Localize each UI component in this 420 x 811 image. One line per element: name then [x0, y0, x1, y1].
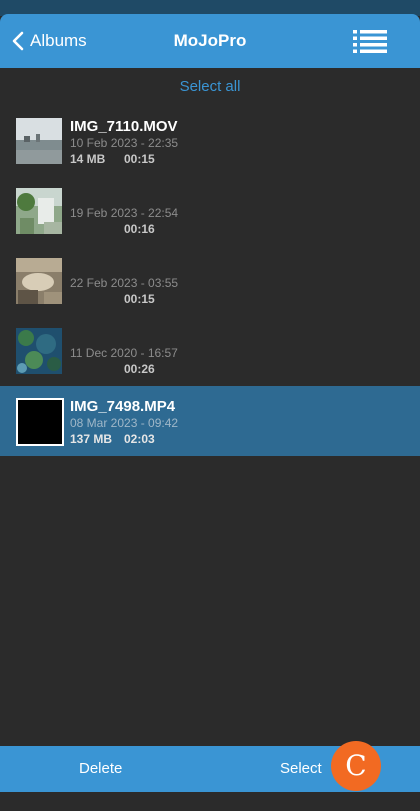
media-list-item-selected[interactable]: IMG_7498.MP4 08 Mar 2023 - 09:42 137 MB …: [0, 386, 420, 456]
file-name: [70, 188, 178, 206]
file-duration: 00:16: [124, 222, 155, 236]
file-date: 10 Feb 2023 - 22:35: [70, 136, 179, 150]
file-date: 08 Mar 2023 - 09:42: [70, 416, 179, 430]
file-duration: 00:15: [124, 152, 155, 166]
file-duration: 02:03: [124, 432, 155, 446]
file-date: 19 Feb 2023 - 22:54: [70, 206, 179, 220]
media-list-item[interactable]: 22 Feb 2023 - 03:55 00:15: [0, 246, 420, 316]
file-duration: 00:26: [124, 362, 155, 376]
media-list-item[interactable]: 19 Feb 2023 - 22:54 00:16: [0, 176, 420, 246]
home-indicator-area: [0, 792, 420, 811]
video-thumbnail: [16, 258, 62, 304]
file-duration: 00:15: [124, 292, 155, 306]
list-icon[interactable]: [353, 29, 387, 53]
file-date: 22 Feb 2023 - 03:55: [70, 276, 179, 290]
video-thumbnail: [16, 328, 62, 374]
select-button[interactable]: Select: [280, 746, 322, 792]
file-date: 11 Dec 2020 - 16:57: [70, 346, 178, 360]
delete-button[interactable]: Delete: [79, 746, 122, 792]
file-name: [70, 258, 178, 276]
video-thumbnail: [16, 398, 64, 446]
file-size: 14 MB: [70, 152, 106, 166]
media-list: IMG_7110.MOV 10 Feb 2023 - 22:35 14 MB 0…: [0, 106, 420, 456]
navigation-bar: Albums MoJoPro: [0, 14, 420, 68]
file-name: IMG_7498.MP4: [70, 398, 176, 415]
file-size: 137 MB: [70, 432, 113, 446]
file-name: IMG_7110.MOV: [70, 118, 178, 135]
file-name: [70, 328, 178, 346]
select-all-button[interactable]: Select all: [0, 78, 420, 95]
video-thumbnail: [16, 188, 62, 234]
floating-action-button[interactable]: C: [331, 741, 381, 791]
media-list-item[interactable]: 11 Dec 2020 - 16:57 00:26: [0, 316, 420, 386]
media-list-item[interactable]: IMG_7110.MOV 10 Feb 2023 - 22:35 14 MB 0…: [0, 106, 420, 176]
video-thumbnail: [16, 118, 62, 164]
